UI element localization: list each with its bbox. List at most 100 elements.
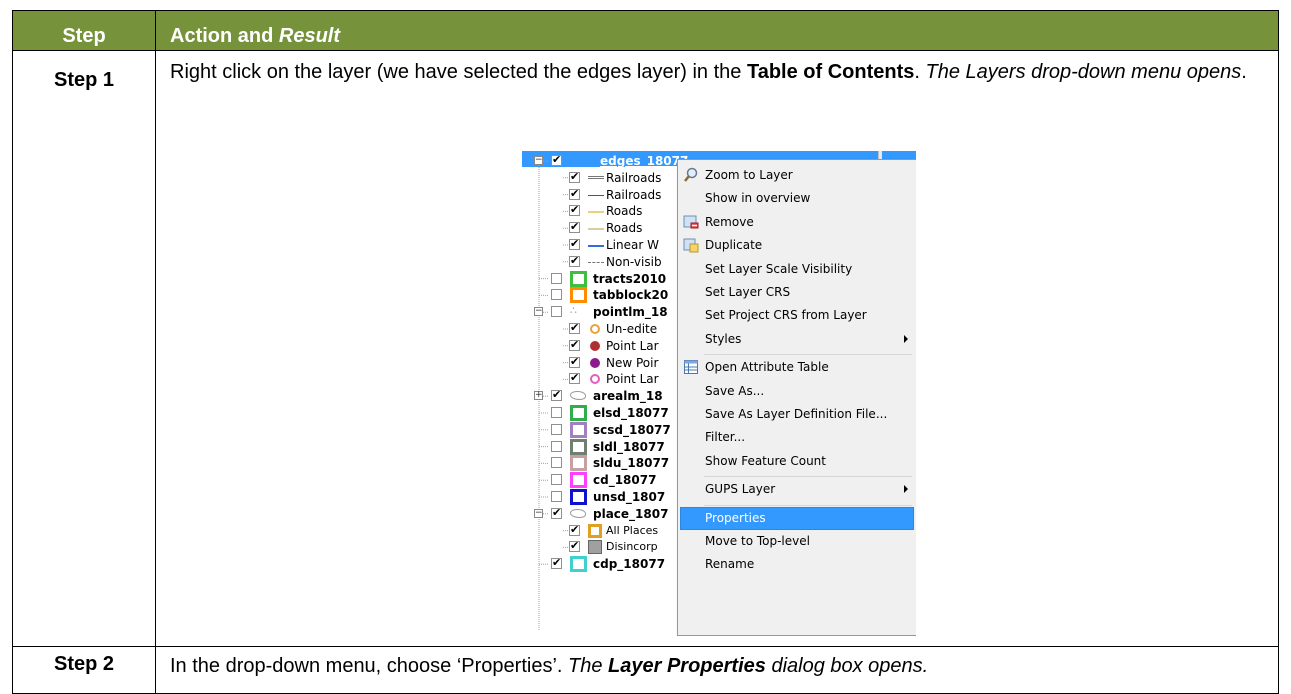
step-label: Step 2	[12, 646, 156, 694]
layer-visibility-checkbox[interactable]	[551, 388, 562, 402]
layer-name: All Places	[606, 523, 659, 537]
line-layer-icon	[570, 154, 584, 168]
layer-row[interactable]: Point Lar	[522, 338, 682, 354]
layer-row[interactable]: New Poir	[522, 355, 682, 371]
layer-row[interactable]: − edges_18077	[522, 153, 688, 169]
menu-item-set-layer-crs[interactable]: Set Layer CRS	[705, 282, 790, 302]
menu-separator	[704, 354, 912, 356]
collapse-icon[interactable]: −	[534, 508, 543, 518]
layer-visibility-checkbox[interactable]	[551, 306, 562, 318]
menu-item-show-in-overview[interactable]: Show in overview	[705, 188, 810, 208]
menu-item-styles[interactable]: Styles	[705, 329, 741, 349]
menu-item-zoom-to-layer[interactable]: Zoom to Layer	[705, 165, 793, 185]
layer-row[interactable]: Non-visib	[522, 254, 682, 270]
layer-name: Non-visib	[606, 254, 662, 269]
menu-item-show-feature-count[interactable]: Show Feature Count	[705, 451, 826, 471]
layer-row[interactable]: Roads	[522, 203, 682, 219]
step-label: Step 1	[12, 50, 156, 647]
polygon-symbol-icon	[570, 489, 587, 505]
layer-row[interactable]: sldl_18077	[522, 438, 682, 455]
layer-row[interactable]: Point Lar	[522, 371, 682, 387]
layer-row[interactable]: + arealm_18	[522, 388, 682, 404]
layer-visibility-checkbox[interactable]	[569, 338, 580, 351]
layer-visibility-checkbox[interactable]	[551, 556, 562, 570]
layer-visibility-checkbox[interactable]	[551, 506, 562, 519]
layer-name: pointlm_18	[593, 305, 668, 320]
layer-row[interactable]: scsd_18077	[522, 421, 682, 438]
layer-row[interactable]: All Places	[522, 523, 682, 539]
layer-visibility-checkbox[interactable]	[551, 440, 562, 452]
menu-item-properties[interactable]: Properties	[705, 508, 766, 528]
layer-name: sldl_18077	[593, 439, 665, 454]
menu-item-set-layer-scale-visibility[interactable]: Set Layer Scale Visibility	[705, 259, 852, 279]
layer-visibility-checkbox[interactable]	[569, 237, 580, 250]
water-line-icon	[588, 245, 604, 247]
layer-visibility-checkbox[interactable]	[551, 407, 562, 418]
layer-name: New Poir	[606, 355, 659, 370]
expand-icon[interactable]: +	[534, 391, 543, 401]
layer-name: place_1807	[593, 506, 669, 521]
layer-visibility-checkbox[interactable]	[551, 289, 562, 301]
layer-row[interactable]: Roads	[522, 220, 682, 236]
layer-visibility-checkbox[interactable]	[551, 272, 562, 284]
layer-row[interactable]: sldu_18077	[522, 455, 682, 472]
layer-visibility-checkbox[interactable]	[569, 539, 580, 553]
menu-item-save-as[interactable]: Save As...	[705, 381, 764, 401]
layer-row[interactable]: elsd_18077	[522, 405, 682, 421]
layer-row[interactable]: Linear W	[522, 237, 682, 253]
layer-visibility-checkbox[interactable]	[569, 203, 580, 217]
layer-visibility-checkbox[interactable]	[551, 423, 562, 435]
menu-item-save-as-layer-definition-file[interactable]: Save As Layer Definition File...	[705, 404, 887, 424]
menu-item-duplicate[interactable]: Duplicate	[705, 235, 762, 255]
layer-visibility-checkbox[interactable]	[569, 355, 580, 368]
fill-symbol-icon	[588, 540, 602, 555]
point-symbol-icon	[590, 324, 600, 334]
table-row: Step 2 In the drop-down menu, choose ‘Pr…	[12, 646, 1279, 694]
layer-visibility-checkbox[interactable]	[551, 153, 562, 166]
layer-visibility-checkbox[interactable]	[569, 170, 580, 183]
menu-item-remove[interactable]: Remove	[705, 212, 754, 232]
layer-row[interactable]: Railroads	[522, 170, 682, 186]
menu-item-move-to-top-level[interactable]: Move to Top-level	[705, 531, 810, 551]
polygon-layer-icon	[570, 508, 586, 518]
layer-row[interactable]: unsd_1807	[522, 489, 682, 505]
layer-row[interactable]: − place_1807	[522, 506, 682, 522]
layer-visibility-checkbox[interactable]	[569, 523, 580, 536]
remove-layer-icon	[683, 214, 699, 230]
layer-row[interactable]: cd_18077	[522, 472, 682, 489]
layer-row[interactable]: Disincorp	[522, 539, 682, 555]
collapse-icon[interactable]: −	[534, 307, 543, 317]
step-column-header: Step	[12, 10, 156, 51]
layer-row[interactable]: − ∴ pointlm_18	[522, 304, 682, 320]
layer-visibility-checkbox[interactable]	[569, 187, 580, 200]
layer-row[interactable]: tabblock20	[522, 287, 682, 304]
layer-visibility-checkbox[interactable]	[569, 254, 580, 267]
layer-row[interactable]: cdp_18077	[522, 556, 682, 573]
polygon-symbol-icon	[570, 556, 587, 573]
layer-name: tabblock20	[593, 288, 669, 303]
layer-name: Un-edite	[606, 322, 658, 336]
layer-name: cdp_18077	[593, 557, 666, 572]
point-symbol-icon	[590, 357, 600, 368]
layer-row[interactable]: tracts2010	[522, 270, 682, 287]
layer-visibility-checkbox[interactable]	[569, 321, 580, 334]
point-layer-icon: ∴	[570, 304, 577, 318]
menu-item-filter[interactable]: Filter...	[705, 427, 745, 447]
layer-visibility-checkbox[interactable]	[551, 491, 562, 502]
layer-row[interactable]: Railroads	[522, 187, 682, 203]
menu-item-set-project-crs-from-layer[interactable]: Set Project CRS from Layer	[705, 305, 867, 325]
layer-name: tracts2010	[593, 271, 667, 286]
layer-visibility-checkbox[interactable]	[551, 474, 562, 486]
collapse-icon[interactable]: −	[534, 156, 543, 165]
layer-row[interactable]: Un-edite	[522, 321, 682, 337]
menu-item-rename[interactable]: Rename	[705, 554, 754, 574]
layer-visibility-checkbox[interactable]	[569, 371, 580, 385]
menu-item-gups-layer[interactable]: GUPS Layer	[705, 479, 775, 499]
layer-name: cd_18077	[593, 473, 657, 488]
layer-visibility-checkbox[interactable]	[569, 220, 580, 234]
road-line-icon	[588, 228, 604, 231]
action-column-header: Action and Result	[155, 10, 1279, 51]
layer-visibility-checkbox[interactable]	[551, 457, 562, 469]
menu-item-open-attribute-table[interactable]: Open Attribute Table	[705, 357, 829, 377]
layer-name: Point Lar	[606, 372, 659, 387]
